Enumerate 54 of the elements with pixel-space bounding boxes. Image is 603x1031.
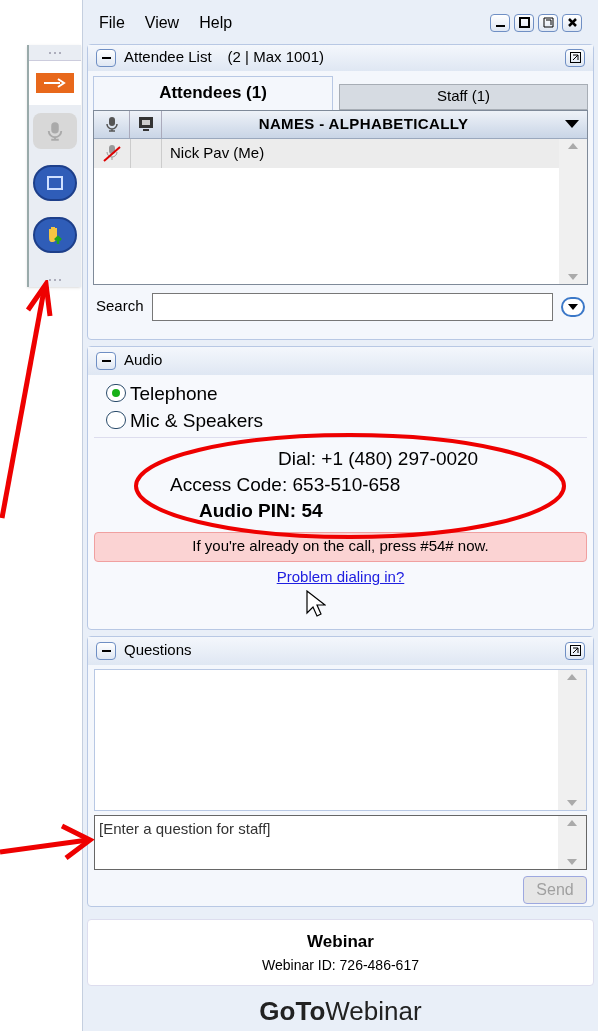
arrow-button[interactable] bbox=[36, 73, 74, 93]
cursor-icon bbox=[306, 590, 326, 619]
webinar-id: Webinar ID: 726-486-617 bbox=[262, 955, 419, 975]
search-options-button[interactable] bbox=[561, 296, 585, 317]
audio-pin: Audio PIN: 54 bbox=[199, 498, 323, 523]
microphone-icon bbox=[45, 121, 65, 141]
restore-icon bbox=[542, 17, 554, 29]
minimize-icon bbox=[495, 24, 505, 27]
panel-title: Attendee List bbox=[124, 47, 212, 68]
panel-title: Audio bbox=[124, 350, 163, 371]
close-button[interactable] bbox=[562, 13, 582, 32]
screen-icon bbox=[137, 116, 154, 133]
tab[interactable]: Attendees (1) bbox=[93, 75, 333, 110]
microphone-icon bbox=[103, 116, 120, 133]
menu-item[interactable]: Help bbox=[199, 10, 233, 35]
collapse-button[interactable] bbox=[96, 641, 116, 660]
attendee-count: (2 | Max 1001) bbox=[227, 47, 324, 68]
grip-icon[interactable] bbox=[48, 50, 62, 55]
attendee-name: Nick Pav (Me) bbox=[169, 142, 265, 163]
radio-button[interactable] bbox=[106, 384, 126, 403]
minimize-button[interactable] bbox=[490, 13, 510, 32]
radio-button[interactable] bbox=[106, 411, 126, 430]
radio-option[interactable]: Mic & Speakers bbox=[106, 407, 575, 433]
arrow-icon bbox=[42, 78, 68, 88]
close-icon bbox=[566, 17, 578, 29]
dropdown-icon[interactable] bbox=[565, 120, 579, 129]
logo: GoToWebinar bbox=[259, 995, 422, 1028]
access-code: Access Code: 653-510-658 bbox=[170, 472, 401, 497]
square-icon bbox=[47, 176, 63, 190]
maximize-icon bbox=[518, 17, 530, 29]
notice-banner: If you're already on the call, press #54# now. bbox=[94, 531, 587, 562]
raise-hand-button[interactable] bbox=[33, 217, 77, 253]
collapse-button[interactable] bbox=[96, 48, 116, 67]
send-button: Send bbox=[523, 875, 587, 904]
popout-icon bbox=[569, 52, 581, 64]
menu-item[interactable]: View bbox=[144, 10, 180, 35]
menu-item[interactable]: File bbox=[99, 10, 125, 35]
attendee-row[interactable]: Nick Pav (Me) bbox=[94, 138, 559, 168]
radio-option[interactable]: Telephone bbox=[106, 380, 575, 406]
grip-icon[interactable] bbox=[48, 278, 62, 282]
webinar-title: Webinar bbox=[307, 931, 374, 954]
popout-icon bbox=[569, 645, 581, 657]
help-link[interactable]: Problem dialing in? bbox=[276, 565, 405, 589]
popout-button[interactable] bbox=[565, 48, 585, 67]
dial-number: Dial: +1 (480) 297-0020 bbox=[278, 446, 479, 471]
maximize-button[interactable] bbox=[514, 13, 534, 32]
search-label: Search bbox=[96, 296, 144, 317]
popout-button[interactable] bbox=[565, 641, 585, 660]
caret-icon bbox=[568, 303, 578, 310]
collapse-button[interactable] bbox=[96, 351, 116, 370]
panel-title: Questions bbox=[124, 640, 192, 661]
screen-button[interactable] bbox=[33, 165, 77, 201]
tab[interactable]: Staff (1) bbox=[339, 83, 588, 110]
search-field[interactable] bbox=[151, 292, 553, 321]
